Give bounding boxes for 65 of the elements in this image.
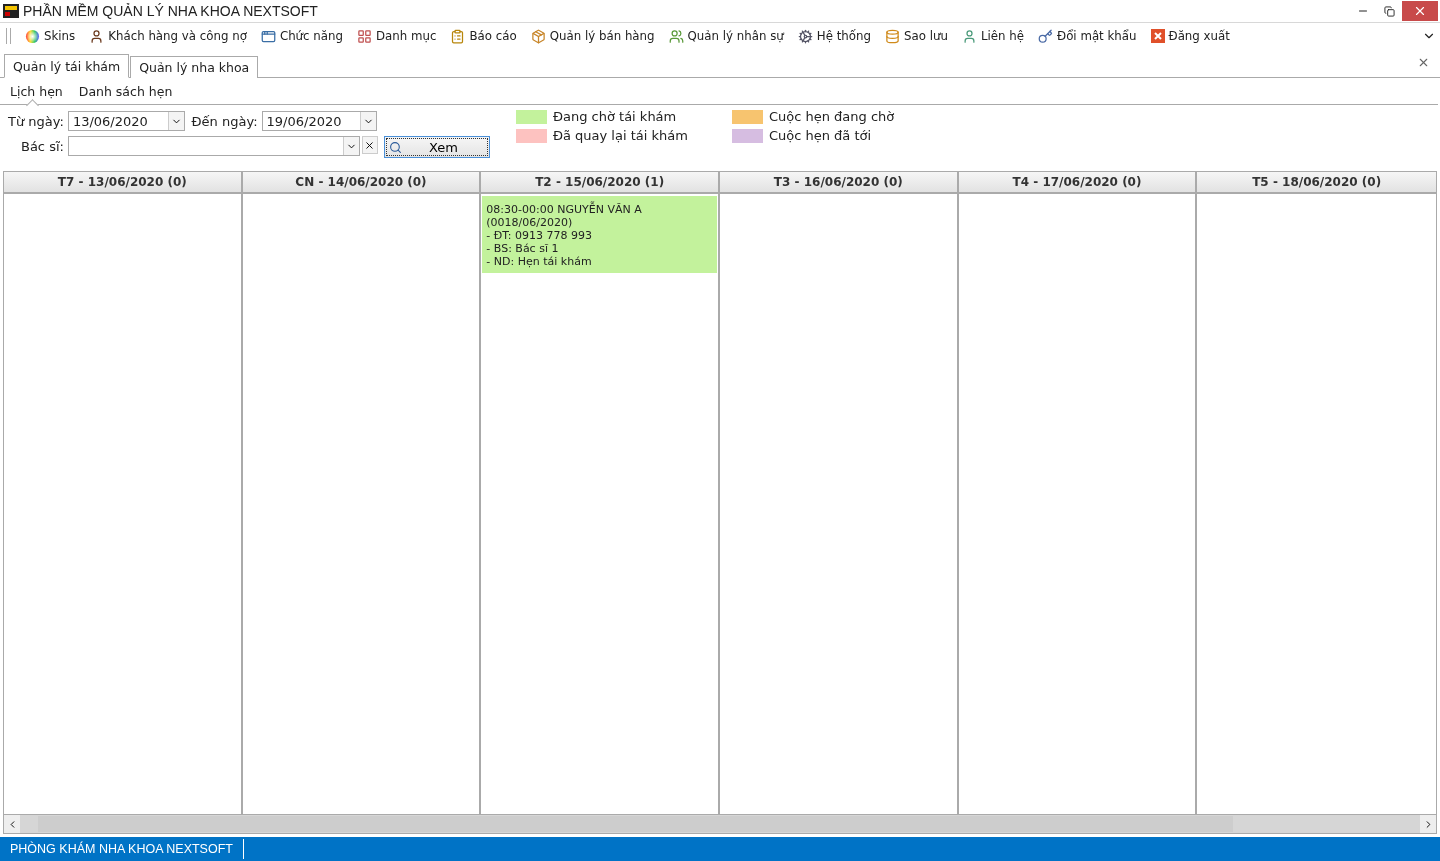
legend-label: Cuộc hẹn đang chờ <box>768 109 895 124</box>
day-header: CN - 14/06/2020 (0) <box>242 172 480 194</box>
tab[interactable]: Danh sách hẹn <box>72 78 179 104</box>
search-icon <box>388 140 402 154</box>
gears-icon <box>797 28 813 44</box>
scroll-left-button[interactable] <box>4 815 20 833</box>
close-icon[interactable] <box>1417 56 1430 69</box>
appointment-text: (0018/06/2020) <box>486 216 574 229</box>
boxes-icon <box>530 28 546 44</box>
person-icon <box>89 28 105 44</box>
field-label: Bác sĩ: <box>19 138 64 154</box>
menu-item[interactable]: Danh mục <box>357 28 437 44</box>
menu-item[interactable]: Khách hàng và công nợ <box>89 28 247 44</box>
doctor-field[interactable] <box>67 136 360 156</box>
day-header: T5 - 18/06/2020 (0) <box>1197 172 1436 194</box>
clipboard-icon <box>450 28 466 44</box>
color-wheel-icon <box>25 28 40 44</box>
person-icon <box>961 28 977 44</box>
date-field[interactable]: 19/06/2020 <box>261 111 377 131</box>
scrollbar-thumb[interactable] <box>38 816 1233 832</box>
scroll-right-button[interactable] <box>1420 815 1436 833</box>
legend-label: Đã quay lại tái khám <box>552 128 688 143</box>
field-label: Đến ngày: <box>190 113 258 129</box>
grid-icon <box>357 28 372 44</box>
legend-label: Cuộc hẹn đã tới <box>768 128 872 143</box>
close-button[interactable] <box>1402 1 1438 21</box>
window-title: PHẦN MỀM QUẢN LÝ NHA KHOA NEXTSOFT <box>23 3 319 19</box>
status-text: PHÒNG KHÁM NHA KHOA NEXTSOFT <box>0 839 244 859</box>
close-icon <box>1150 29 1165 43</box>
key-icon <box>1038 28 1053 44</box>
day-header: T7 - 13/06/2020 (0) <box>4 172 241 194</box>
menu-item[interactable]: Chức năng <box>260 28 343 44</box>
menu-item[interactable]: Đổi mật khẩu <box>1038 28 1137 44</box>
view-button[interactable]: Xem <box>383 136 490 158</box>
appointment-text: - ND: Hẹn tái khám <box>486 255 593 268</box>
appointment-text: - BS: Bác sĩ 1 <box>486 242 560 255</box>
day-header: T4 - 17/06/2020 (0) <box>958 172 1196 194</box>
restore-icon <box>1383 5 1395 17</box>
day-header: T2 - 15/06/2020 (1) <box>481 172 718 194</box>
tab[interactable]: Quản lý nha khoa <box>130 56 259 78</box>
legend-label: Đang chờ tái khám <box>552 109 677 124</box>
day-header: T3 - 16/06/2020 (0) <box>720 172 957 194</box>
dropdown-button[interactable] <box>167 112 184 130</box>
database-icon <box>885 28 900 44</box>
people-icon <box>668 28 684 44</box>
window-icon <box>260 28 276 44</box>
appointment-text: 08:30-00:00 NGUYỄN VĂN A <box>486 203 643 216</box>
menu-item[interactable]: Skins <box>25 28 76 44</box>
menu-item[interactable]: Quản lý bán hàng <box>530 28 655 44</box>
close-icon <box>1413 4 1427 18</box>
field-label: Từ ngày: <box>8 113 64 129</box>
menu-item[interactable]: Hệ thống <box>797 28 871 44</box>
menu-item[interactable]: Báo cáo <box>450 28 517 44</box>
appointment-card[interactable]: 08:30-00:00 NGUYỄN VĂN A (0018/06/2020) - ĐT: 0913 778 993 - BS: Bác sĩ 1 - ND: Hẹn tái khám <box>482 196 717 273</box>
menu-item[interactable]: Liên hệ <box>961 28 1024 44</box>
date-field[interactable]: 13/06/2020 <box>67 111 185 131</box>
clear-button[interactable] <box>361 136 378 154</box>
menu-item[interactable]: Sao lưu <box>885 28 948 44</box>
tab[interactable]: Quản lý tái khám <box>4 54 130 78</box>
menu-item[interactable]: Đăng xuất <box>1150 29 1230 43</box>
close-icon <box>364 139 376 151</box>
appointment-text: - ĐT: 0913 778 993 <box>486 229 593 242</box>
menu-item[interactable]: Quản lý nhân sự <box>668 28 784 44</box>
app-logo-icon <box>3 4 19 18</box>
dropdown-button[interactable] <box>359 112 376 130</box>
